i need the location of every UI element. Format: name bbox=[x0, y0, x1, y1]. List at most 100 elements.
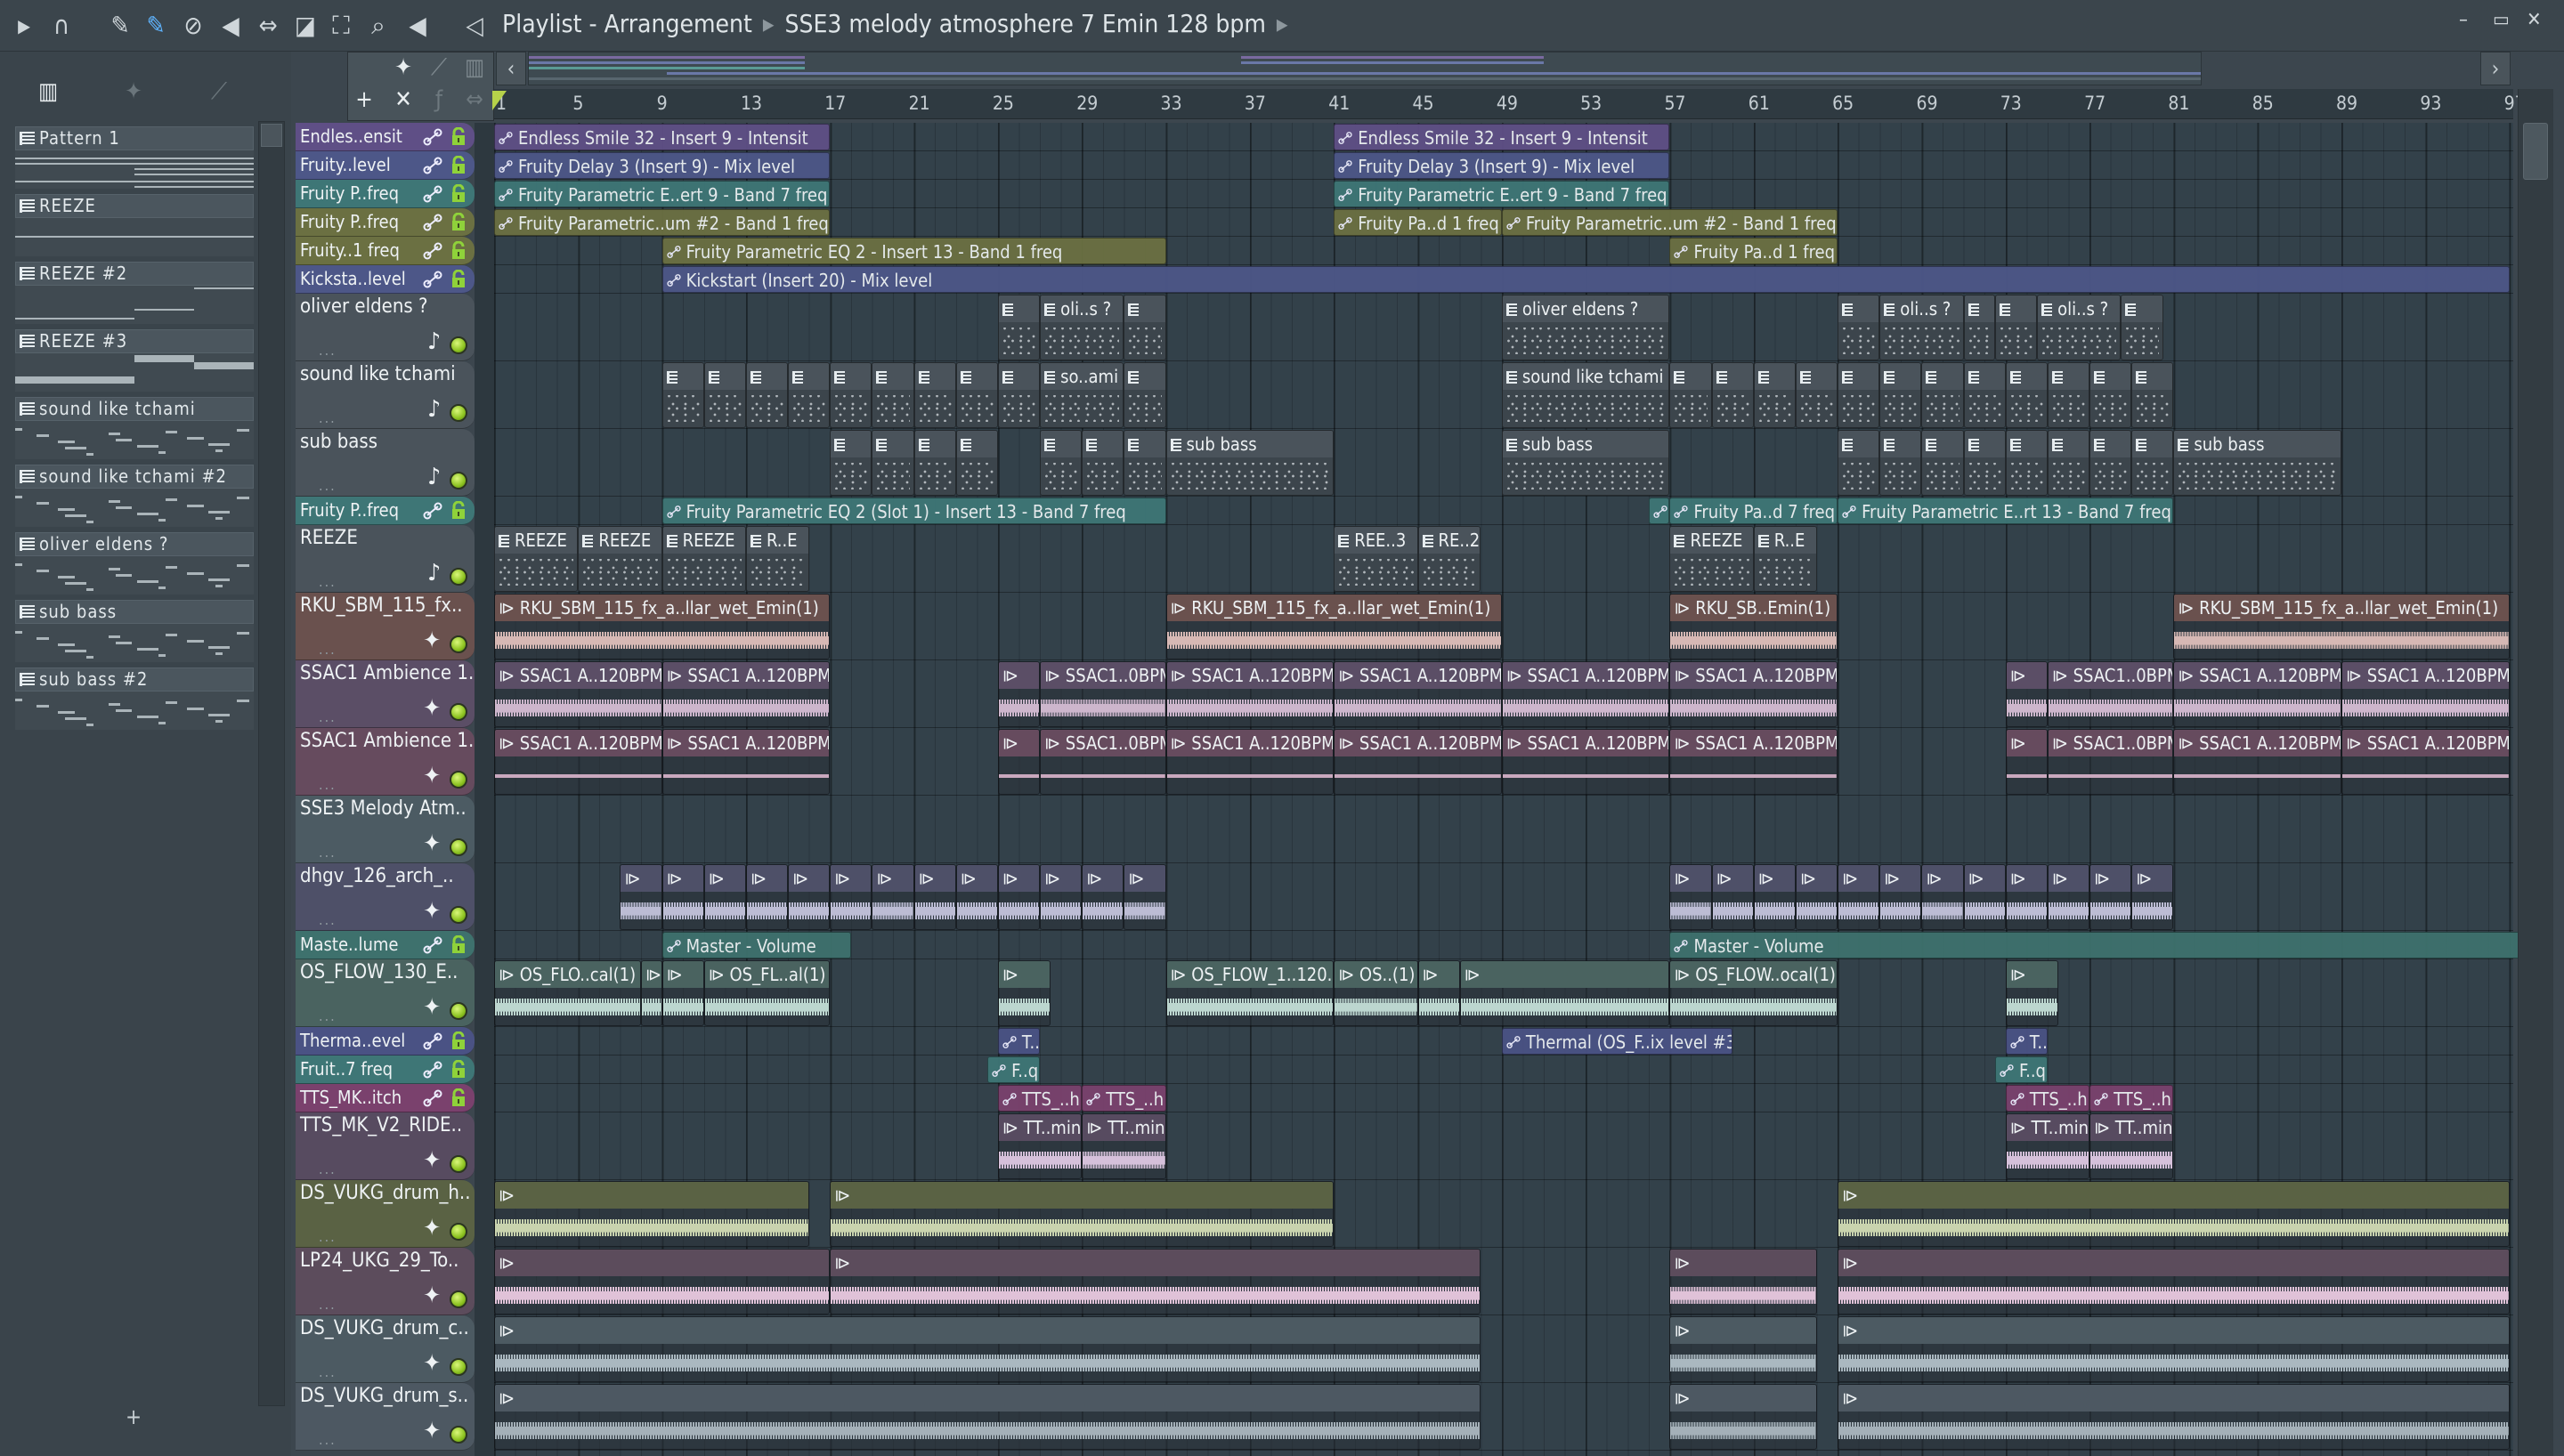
track-mute-led[interactable] bbox=[450, 771, 467, 789]
track-header[interactable]: Therma..evel bbox=[296, 1027, 475, 1056]
track-options-icon[interactable]: ... bbox=[319, 1228, 337, 1245]
track-header[interactable]: Fruity P..freq bbox=[296, 180, 475, 208]
pattern-clip[interactable] bbox=[1669, 362, 1712, 428]
track-mute-led[interactable] bbox=[450, 1155, 467, 1173]
automation-icon[interactable]: ⟋ bbox=[423, 54, 455, 82]
track-mute-led[interactable] bbox=[450, 906, 467, 924]
track-header[interactable]: SSE3 Melody Atm..... ✦ bbox=[296, 796, 475, 863]
pattern-clip[interactable] bbox=[1711, 362, 1754, 428]
audio-clip[interactable]: ⧐ bbox=[1417, 960, 1460, 1026]
pattern-name[interactable]: REEZE #2 bbox=[15, 262, 254, 286]
audio-clip[interactable]: ⧐ SSAC1 A..120BPM bbox=[1669, 661, 1838, 727]
pattern-clip[interactable] bbox=[1124, 295, 1166, 360]
audio-clip[interactable]: ⧐ bbox=[2005, 960, 2058, 1026]
track-options-icon[interactable]: ... bbox=[319, 1161, 337, 1177]
pattern-clip[interactable] bbox=[1124, 430, 1166, 496]
audio-clip-icon[interactable]: ✦ bbox=[387, 54, 419, 81]
track-name[interactable]: SSAC1 Ambience 1.. bbox=[300, 730, 475, 752]
track-name[interactable]: Fruit..7 freq bbox=[300, 1058, 393, 1080]
add-track-button[interactable]: + bbox=[348, 86, 380, 113]
audio-clip[interactable]: ⧐ bbox=[1669, 864, 1712, 930]
track-options-icon[interactable]: ... bbox=[319, 477, 337, 494]
lock-icon[interactable] bbox=[451, 240, 466, 259]
track-name[interactable]: OS_FLOW_130_E.. bbox=[300, 961, 458, 983]
pattern-clip[interactable] bbox=[745, 362, 789, 428]
pattern-clip[interactable]: REEZE bbox=[578, 526, 662, 592]
pattern-clip[interactable]: oli..s ? bbox=[1879, 295, 1964, 360]
scrollbar-thumb[interactable] bbox=[261, 124, 282, 147]
track-name[interactable]: Maste..lume bbox=[300, 934, 399, 955]
pattern-name[interactable]: sub bass #2 bbox=[15, 667, 254, 692]
pattern-clip[interactable] bbox=[1921, 362, 1964, 428]
audio-clip[interactable]: ⧐ RKU_SBM_115_fx_a..llar_wet_Emin(1) bbox=[2173, 594, 2510, 659]
pattern-clip[interactable] bbox=[1963, 295, 1995, 360]
auto-clip[interactable] bbox=[1648, 497, 1670, 524]
audio-clip[interactable]: ⧐ bbox=[872, 864, 914, 930]
audio-clip[interactable]: ⧐ SSAC1..0BPM bbox=[1040, 729, 1166, 795]
audio-clip[interactable]: ⧐ bbox=[2089, 864, 2132, 930]
auto-clip[interactable]: Endless Smile 32 - Insert 9 - Intensit bbox=[494, 124, 831, 150]
pattern-list-item[interactable]: oliver eldens ? bbox=[15, 532, 254, 595]
track-options-icon[interactable]: ... bbox=[319, 1296, 337, 1313]
auto-clip[interactable]: F..q bbox=[987, 1056, 1041, 1083]
audio-clip[interactable]: ⧐ bbox=[1838, 1384, 2510, 1450]
audio-clip[interactable]: ⧐ SSAC1 A..120BPM bbox=[1165, 661, 1335, 727]
pattern-clip[interactable] bbox=[1963, 430, 2006, 496]
track-options-icon[interactable]: ... bbox=[319, 1007, 337, 1024]
track-header[interactable]: Maste..lume bbox=[296, 931, 475, 959]
audio-clip[interactable]: ⧐ SSAC1 A..120BPM bbox=[1501, 729, 1670, 795]
audio-clip[interactable]: ⧐ bbox=[955, 864, 998, 930]
track-mute-led[interactable] bbox=[450, 1002, 467, 1020]
track-header[interactable]: Fruity P..freq bbox=[296, 497, 475, 525]
pattern-clip[interactable] bbox=[1040, 430, 1083, 496]
audio-clip[interactable]: ⧐ bbox=[997, 729, 1041, 795]
lock-icon[interactable] bbox=[451, 269, 466, 287]
pattern-name[interactable]: REEZE bbox=[15, 194, 254, 218]
audio-clip[interactable]: ⧐ bbox=[745, 864, 789, 930]
piano-roll-icon[interactable]: ▥ bbox=[458, 54, 491, 81]
track-mute-led[interactable] bbox=[450, 1223, 467, 1241]
pattern-clip[interactable] bbox=[1921, 430, 1964, 496]
pattern-name[interactable]: oliver eldens ? bbox=[15, 532, 254, 556]
track-mute-led[interactable] bbox=[450, 568, 467, 586]
track-header[interactable]: Fruity..level bbox=[296, 151, 475, 180]
pattern-clip[interactable] bbox=[997, 295, 1041, 360]
project-name[interactable]: SSE3 melody atmosphere 7 Emin 128 bpm bbox=[785, 9, 1266, 38]
lock-icon[interactable] bbox=[451, 183, 466, 202]
lock-icon[interactable] bbox=[451, 126, 466, 145]
pattern-clip[interactable] bbox=[1838, 430, 1880, 496]
track-options-icon[interactable]: ... bbox=[319, 776, 337, 793]
pattern-clip[interactable] bbox=[661, 362, 704, 428]
piano-roll-icon[interactable]: ▥ bbox=[32, 78, 64, 105]
pattern-clip[interactable] bbox=[1838, 295, 1880, 360]
pattern-clip[interactable] bbox=[1082, 430, 1124, 496]
lock-icon[interactable] bbox=[451, 1059, 466, 1078]
pattern-name[interactable]: sub bass bbox=[15, 600, 254, 624]
audio-clip[interactable]: ⧐ OS_FLO..cal(1) bbox=[494, 960, 642, 1026]
audio-clip[interactable]: ⧐ SSAC1..0BPM bbox=[2047, 729, 2174, 795]
pattern-name[interactable]: sound like tchami #2 bbox=[15, 465, 254, 489]
auto-clip[interactable]: Master - Volume bbox=[661, 932, 851, 959]
track-name[interactable]: Kicksta..level bbox=[300, 268, 406, 289]
pattern-list-item[interactable]: sound like tchami #2 bbox=[15, 465, 254, 527]
track-options-icon[interactable]: ... bbox=[319, 1363, 337, 1380]
track-name[interactable]: DS_VUKG_drum_h.. bbox=[300, 1182, 470, 1204]
track-options-icon[interactable]: ... bbox=[319, 1431, 337, 1448]
curve-icon[interactable]: ƒ bbox=[423, 86, 455, 113]
track-header[interactable]: TTS_MK_V2_RIDE..... ✦ bbox=[296, 1112, 475, 1180]
slice-icon[interactable]: ◪ bbox=[290, 11, 320, 41]
maximize-button[interactable]: ▭ bbox=[2493, 9, 2510, 31]
audio-clip[interactable]: ⧐ SSAC1 A..120BPM bbox=[2173, 729, 2342, 795]
track-name[interactable]: Fruity..level bbox=[300, 154, 391, 175]
pattern-clip[interactable] bbox=[1994, 295, 2038, 360]
auto-clip[interactable]: TTS_..h bbox=[2005, 1085, 2090, 1112]
auto-clip[interactable]: Fruity Parametric E..rt 13 - Band 7 freq bbox=[1838, 497, 2174, 524]
lock-icon[interactable] bbox=[451, 500, 466, 519]
track-header[interactable]: dhgv_126_arch_..... ✦ bbox=[296, 863, 475, 931]
track-header[interactable]: sound like tchami... ♪ bbox=[296, 361, 475, 429]
pattern-clip[interactable] bbox=[830, 430, 872, 496]
close-button[interactable]: ✕ bbox=[2527, 9, 2542, 31]
audio-clip[interactable]: ⧐ bbox=[1669, 1249, 1817, 1314]
audio-clip[interactable]: ⧐ bbox=[1838, 1316, 2510, 1382]
track-header[interactable]: LP24_UKG_29_To..... ✦ bbox=[296, 1248, 475, 1315]
